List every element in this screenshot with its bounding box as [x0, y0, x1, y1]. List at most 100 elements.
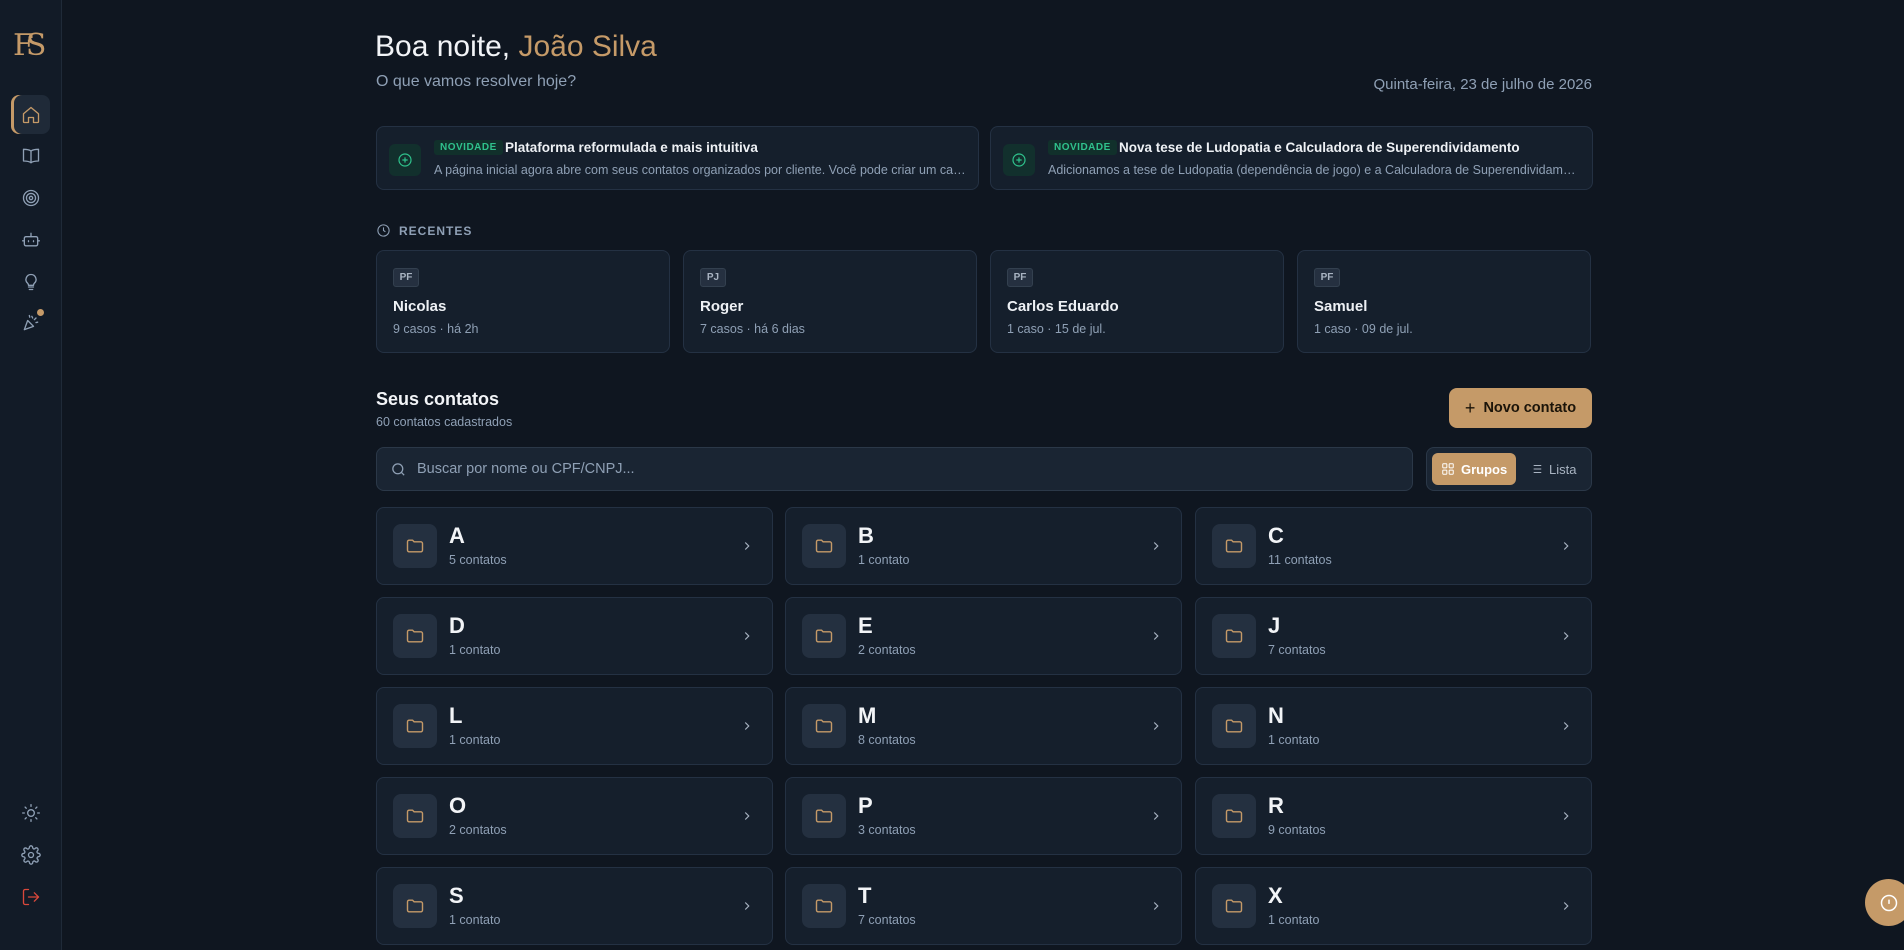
chevron-right-icon	[1559, 629, 1573, 643]
chevron-right-icon	[740, 629, 754, 643]
search-input[interactable]	[417, 448, 1397, 490]
person-type-badge: PF	[393, 268, 419, 287]
group-count: 1 contato	[1268, 913, 1320, 927]
chevron-right-icon	[1559, 809, 1573, 823]
folder-icon	[802, 704, 846, 748]
grid-icon	[1442, 463, 1454, 475]
contact-group-card[interactable]: B 1 contato	[785, 507, 1182, 585]
group-count: 1 contato	[449, 913, 501, 927]
recent-contact-name: Samuel	[1314, 298, 1368, 315]
folder-icon	[393, 704, 437, 748]
theme-toggle[interactable]	[11, 793, 50, 832]
group-count: 5 contatos	[449, 553, 507, 567]
recent-contact-meta: 1 caso · 15 de jul.	[1007, 322, 1106, 336]
sidebar-item-updates[interactable]	[11, 303, 50, 342]
sidebar-item-home[interactable]	[11, 95, 50, 134]
recent-contact-meta: 9 casos · há 2h	[393, 322, 479, 336]
app-logo[interactable]: FS	[13, 28, 49, 64]
recent-contact-card[interactable]: PJ Roger 7 casos · há 6 dias	[683, 250, 977, 353]
folder-icon	[393, 614, 437, 658]
view-toggle: Grupos Lista	[1426, 447, 1592, 491]
group-letter: B	[858, 523, 874, 548]
new-contact-label: Novo contato	[1483, 400, 1577, 416]
group-letter: O	[449, 793, 467, 818]
chevron-right-icon	[740, 809, 754, 823]
new-contact-button[interactable]: + Novo contato	[1449, 388, 1592, 428]
plus-circle-icon	[389, 144, 421, 176]
contact-group-card[interactable]: O 2 contatos	[376, 777, 773, 855]
contacts-title: Seus contatos	[376, 389, 500, 409]
sidebar-item-ideas[interactable]	[11, 262, 50, 301]
chevron-right-icon	[1149, 629, 1163, 643]
view-groups-button[interactable]: Grupos	[1432, 453, 1517, 485]
contact-group-card[interactable]: L 1 contato	[376, 687, 773, 765]
current-date: Quinta-feira, 23 de julho de 2026	[1373, 76, 1593, 93]
sidebar-item-assistant[interactable]	[11, 220, 50, 259]
contact-group-card[interactable]: R 9 contatos	[1195, 777, 1592, 855]
contact-group-card[interactable]: J 7 contatos	[1195, 597, 1592, 675]
book-icon	[22, 148, 39, 163]
news-card[interactable]: NOVIDADE Plataforma reformulada e mais i…	[376, 126, 979, 190]
view-groups-label: Grupos	[1461, 461, 1508, 477]
news-badge: NOVIDADE	[1048, 140, 1117, 155]
group-letter: P	[858, 793, 873, 818]
gear-icon	[20, 844, 41, 865]
folder-icon	[802, 614, 846, 658]
group-letter: C	[1268, 523, 1284, 548]
list-icon	[1530, 465, 1542, 473]
contact-group-card[interactable]: X 1 contato	[1195, 867, 1592, 945]
contact-group-card[interactable]: M 8 contatos	[785, 687, 1182, 765]
settings-button[interactable]	[11, 835, 50, 874]
folder-icon	[1212, 704, 1256, 748]
contact-group-card[interactable]: D 1 contato	[376, 597, 773, 675]
view-list-button[interactable]: Lista	[1520, 453, 1585, 485]
contact-group-card[interactable]: T 7 contatos	[785, 867, 1182, 945]
group-letter: T	[858, 883, 872, 908]
group-count: 1 contato	[449, 733, 501, 747]
contact-group-card[interactable]: A 5 contatos	[376, 507, 773, 585]
party-icon	[23, 314, 38, 330]
folder-icon	[1212, 794, 1256, 838]
chevron-right-icon	[1559, 539, 1573, 553]
group-count: 3 contatos	[858, 823, 916, 837]
group-letter: A	[449, 523, 465, 548]
group-count: 9 contatos	[1268, 823, 1326, 837]
alert-circle-icon	[1880, 894, 1897, 911]
news-description: A página inicial agora abre com seus con…	[434, 163, 966, 177]
chevron-right-icon	[1149, 809, 1163, 823]
person-type-badge: PF	[1007, 268, 1033, 287]
logout-button[interactable]	[11, 877, 50, 916]
news-title: Plataforma reformulada e mais intuitiva	[505, 140, 758, 155]
greeting: Boa noite, João Silva	[375, 30, 657, 64]
contact-group-card[interactable]: C 11 contatos	[1195, 507, 1592, 585]
sidebar-item-target[interactable]	[11, 178, 50, 217]
chevron-right-icon	[740, 719, 754, 733]
sidebar-item-library[interactable]	[11, 136, 50, 175]
recent-contact-meta: 1 caso · 09 de jul.	[1314, 322, 1413, 336]
folder-icon	[393, 524, 437, 568]
group-count: 1 contato	[858, 553, 910, 567]
sidebar: FS	[0, 0, 62, 950]
group-count: 11 contatos	[1268, 553, 1332, 567]
group-count: 2 contatos	[449, 823, 507, 837]
recent-contact-card[interactable]: PF Carlos Eduardo 1 caso · 15 de jul.	[990, 250, 1284, 353]
folder-icon	[802, 794, 846, 838]
plus-circle-icon	[1003, 144, 1035, 176]
news-title: Nova tese de Ludopatia e Calculadora de …	[1119, 140, 1520, 155]
group-count: 7 contatos	[1268, 643, 1326, 657]
recent-contact-card[interactable]: PF Samuel 1 caso · 09 de jul.	[1297, 250, 1591, 353]
help-button[interactable]	[1865, 879, 1904, 926]
contact-group-card[interactable]: E 2 contatos	[785, 597, 1182, 675]
contact-group-card[interactable]: N 1 contato	[1195, 687, 1592, 765]
group-letter: R	[1268, 793, 1284, 818]
contact-group-card[interactable]: P 3 contatos	[785, 777, 1182, 855]
search-icon	[392, 463, 405, 476]
recent-contact-name: Nicolas	[393, 298, 447, 315]
recent-contact-card[interactable]: PF Nicolas 9 casos · há 2h	[376, 250, 670, 353]
contact-group-card[interactable]: S 1 contato	[376, 867, 773, 945]
news-card[interactable]: NOVIDADE Nova tese de Ludopatia e Calcul…	[990, 126, 1593, 190]
subtitle: O que vamos resolver hoje?	[376, 73, 577, 90]
folder-icon	[1212, 524, 1256, 568]
person-type-badge: PF	[1314, 268, 1340, 287]
chevron-right-icon	[1149, 539, 1163, 553]
